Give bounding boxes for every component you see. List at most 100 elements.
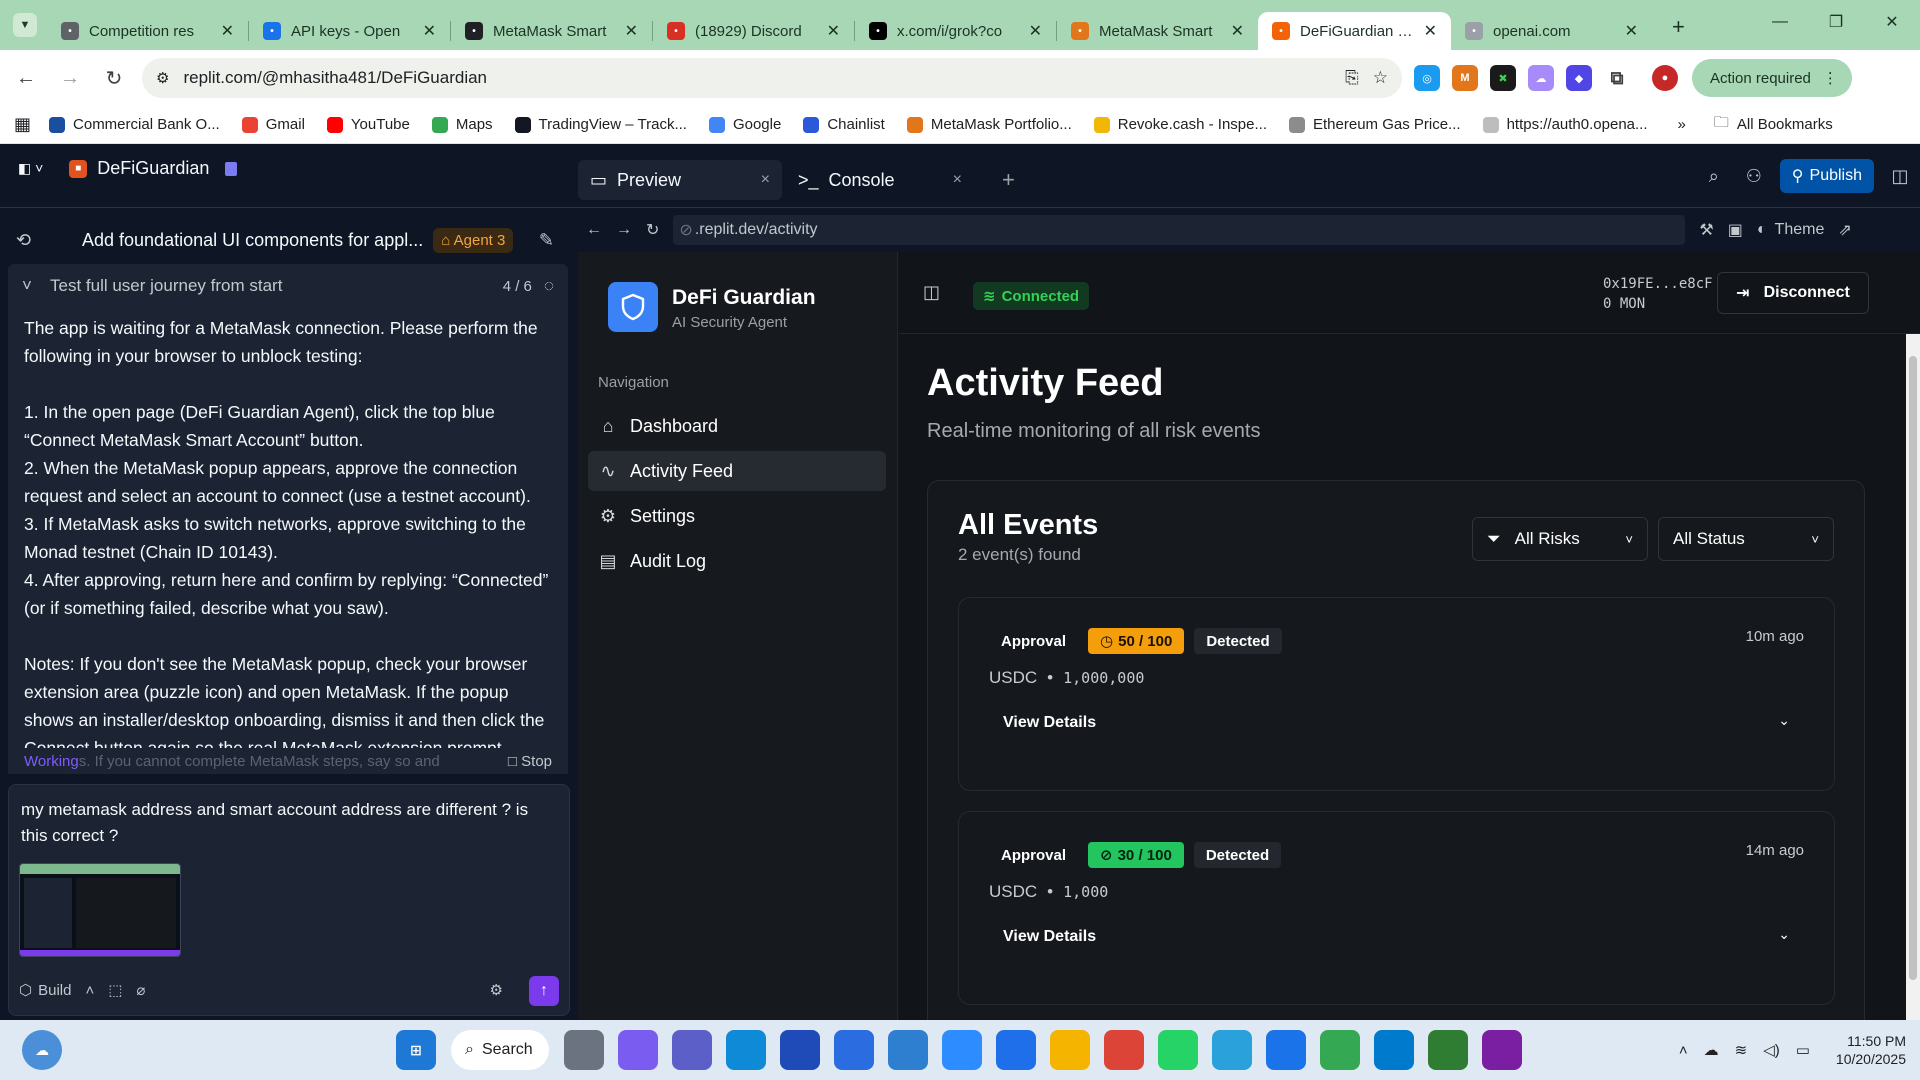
build-mode-button[interactable]: ⬡ Build ˄	[19, 978, 94, 1004]
search-icon[interactable]: ⌕	[1694, 158, 1734, 194]
theme-button[interactable]: ◐ Theme	[1757, 221, 1824, 239]
forward-button[interactable]: →	[52, 60, 88, 96]
bookmark-item[interactable]: https://auth0.opena...	[1482, 116, 1648, 133]
address-bar[interactable]: ⚙ replit.com/@mhasitha481/DeFiGuardian ⎘…	[142, 58, 1402, 98]
preview-back-icon[interactable]: ←	[586, 221, 602, 239]
project-header[interactable]: ◧ ˅ ■ DeFiGuardian	[18, 158, 238, 179]
bookmark-item[interactable]: TradingView – Track...	[514, 116, 687, 133]
close-tab-icon[interactable]: ✕	[1231, 21, 1244, 41]
chevron-down-icon[interactable]: ⌄	[1778, 712, 1790, 729]
disconnect-button[interactable]: ⇥ Disconnect	[1717, 272, 1869, 314]
action-required-button[interactable]: Action required ⋮	[1692, 59, 1852, 97]
close-tab-icon[interactable]: ✕	[221, 21, 234, 41]
replit-logo-icon[interactable]: ◧ ˅	[18, 160, 43, 177]
chrome-h-icon[interactable]	[1320, 1030, 1360, 1070]
preview-forward-icon[interactable]: →	[616, 221, 632, 239]
settings-sliders-icon[interactable]: ⚙	[490, 978, 503, 1004]
close-tab-icon[interactable]: ✕	[423, 21, 436, 41]
bookmark-item[interactable]: MetaMask Portfolio...	[906, 116, 1072, 133]
close-tab-icon[interactable]: ✕	[1424, 21, 1437, 41]
k-app-icon[interactable]	[996, 1030, 1036, 1070]
preview-reload-icon[interactable]: ↻	[646, 220, 659, 240]
chat-input[interactable]: my metamask address and smart account ad…	[8, 784, 570, 1016]
view-details-toggle[interactable]: View Details	[1003, 928, 1096, 946]
tab-preview[interactable]: ▭ Preview ×	[578, 160, 782, 200]
clock[interactable]: 11:50 PM 10/20/2025	[1836, 1032, 1906, 1068]
new-tab-button[interactable]: +	[1672, 14, 1685, 40]
chrome-icon[interactable]	[1104, 1030, 1144, 1070]
bookmark-item[interactable]: Chainlist	[803, 116, 885, 133]
status-filter-select[interactable]: All Status ˅	[1658, 517, 1834, 561]
bookmark-item[interactable]: Ethereum Gas Price...	[1289, 116, 1461, 133]
extension-purple-icon[interactable]: ◆	[1566, 65, 1592, 91]
maximize-button[interactable]: ❐	[1808, 0, 1864, 44]
copilot-icon[interactable]	[618, 1030, 658, 1070]
nav-item-dashboard[interactable]: ⌂ Dashboard	[588, 406, 886, 446]
preview-url-bar[interactable]: ⊘ .replit.dev/activity	[673, 215, 1686, 245]
nav-item-activity-feed[interactable]: ∿ Activity Feed	[588, 451, 886, 491]
reload-button[interactable]: ↻	[96, 60, 132, 96]
all-bookmarks[interactable]: 🗀 All Bookmarks	[1714, 112, 1833, 137]
attach-icon[interactable]: ⌀	[136, 978, 145, 1004]
whatsapp-icon[interactable]	[1158, 1030, 1198, 1070]
invite-user-icon[interactable]: ⚇	[1734, 158, 1774, 194]
photos-icon[interactable]	[888, 1030, 928, 1070]
tab-console[interactable]: >_ Console ×	[786, 160, 974, 200]
file-explorer-icon[interactable]	[564, 1030, 604, 1070]
page-scrollbar[interactable]	[1906, 334, 1920, 1020]
zoom-icon[interactable]	[942, 1030, 982, 1070]
browser-tab[interactable]: • MetaMask Smart ✕	[451, 12, 652, 50]
chevron-up-icon[interactable]: ˄	[1679, 1042, 1688, 1059]
extension-cloud-icon[interactable]: ☁	[1528, 65, 1554, 91]
wifi-icon[interactable]: ≋	[1735, 1041, 1748, 1059]
bookmark-item[interactable]: Google	[708, 116, 781, 133]
back-button[interactable]: ←	[8, 60, 44, 96]
sidebar-toggle-icon[interactable]: ◫	[923, 282, 940, 303]
teams-icon[interactable]	[672, 1030, 712, 1070]
battery-icon[interactable]: ▭	[1796, 1041, 1810, 1059]
bookmark-item[interactable]: Revoke.cash - Inspe...	[1093, 116, 1267, 133]
chevron-down-icon[interactable]: ˅	[22, 276, 50, 296]
chrome-profile-icon[interactable]	[1266, 1030, 1306, 1070]
apps-grid-icon[interactable]: ▦	[14, 114, 31, 135]
bookmark-item[interactable]: YouTube	[326, 116, 410, 133]
install-app-icon[interactable]: ⎘	[1345, 68, 1359, 88]
notepad-icon[interactable]	[1428, 1030, 1468, 1070]
responsive-icon[interactable]: ▣	[1728, 220, 1743, 240]
folder-icon[interactable]	[1050, 1030, 1090, 1070]
devtools-icon[interactable]: ⚒	[1699, 220, 1713, 240]
browser-tab[interactable]: • API keys - Open ✕	[249, 12, 450, 50]
extension-green-icon[interactable]: ✖	[1490, 65, 1516, 91]
more-bookmarks-icon[interactable]: »	[1678, 116, 1686, 133]
browser-tab[interactable]: • openai.com ✕	[1451, 12, 1652, 50]
site-brand[interactable]: DeFi Guardian AI Security Agent	[672, 286, 816, 331]
weather-widget-icon[interactable]: ☁	[22, 1030, 62, 1070]
bookmark-item[interactable]: Maps	[431, 116, 493, 133]
attached-screenshot-thumbnail[interactable]	[19, 863, 181, 957]
site-info-icon[interactable]: ⚙	[156, 69, 169, 87]
metamask-extension-icon[interactable]: M	[1452, 65, 1478, 91]
minimize-button[interactable]: —	[1752, 0, 1808, 44]
extensions-puzzle-icon[interactable]: ⧉	[1604, 65, 1630, 91]
new-chat-icon[interactable]: ✎	[539, 230, 554, 251]
bookmark-item[interactable]: Gmail	[241, 116, 305, 133]
risk-filter-select[interactable]: ⏷ All Risks ˅	[1472, 517, 1648, 561]
close-tab-icon[interactable]: ✕	[625, 21, 638, 41]
open-new-window-icon[interactable]: ⇗	[1838, 220, 1851, 240]
select-element-icon[interactable]: ⬚	[108, 978, 122, 1004]
browser-tab[interactable]: • x.com/i/grok?co ✕	[855, 12, 1056, 50]
profile-avatar[interactable]: ●	[1652, 65, 1678, 91]
close-tab-icon[interactable]: ✕	[1625, 21, 1638, 41]
browser-tab[interactable]: • MetaMask Smart ✕	[1057, 12, 1258, 50]
scrollbar-thumb[interactable]	[1909, 356, 1917, 980]
start-button[interactable]: ⊞	[396, 1030, 436, 1070]
browser-tab[interactable]: • Competition res ✕	[47, 12, 248, 50]
store-icon[interactable]	[834, 1030, 874, 1070]
task-progress-bar[interactable]: ˅ Test full user journey from start 4 / …	[8, 264, 568, 308]
bookmark-star-icon[interactable]: ☆	[1373, 68, 1388, 88]
close-preview-tab-icon[interactable]: ×	[761, 171, 770, 189]
stop-button[interactable]: □ Stop	[508, 753, 552, 770]
browser-tab[interactable]: • (18929) Discord ✕	[653, 12, 854, 50]
add-tab-button[interactable]: +	[990, 160, 1027, 200]
chrome-f-icon[interactable]	[1482, 1030, 1522, 1070]
